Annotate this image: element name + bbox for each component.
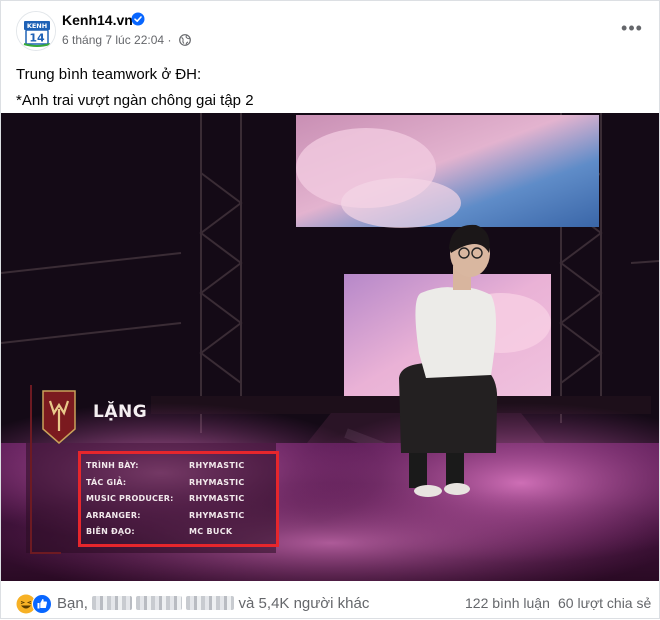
globe-icon[interactable]	[178, 34, 191, 46]
comments-count-link[interactable]: 122 bình luận	[465, 595, 550, 611]
caption-line: Trung bình teamwork ở ĐH:	[16, 66, 202, 83]
reactors-suffix: và 5,4K người khác	[238, 595, 370, 612]
post-caption: Trung bình teamwork ở ĐH: *Anh trai vượt…	[16, 62, 254, 114]
timestamp-link[interactable]: 6 tháng 7 lúc 22:04	[62, 33, 164, 47]
blurred-name	[136, 596, 183, 610]
separator-dot: ·	[167, 33, 172, 47]
page-avatar[interactable]: KENH 14	[16, 11, 56, 51]
post-footer: Bạn, và 5,4K người khác 122 bình luận 60…	[1, 581, 659, 620]
post-header: KENH 14 Kenh14.vn 6 tháng 7 lúc 22:04 · …	[16, 11, 656, 51]
post-video[interactable]: LẶNG TRÌNH BÀY: RHYMASTIC TÁC GIẢ: RHYMA…	[1, 113, 659, 581]
kenh14-logo: KENH 14	[17, 12, 55, 50]
more-options-icon[interactable]: •••	[620, 19, 644, 41]
post-card: KENH 14 Kenh14.vn 6 tháng 7 lúc 22:04 · …	[0, 0, 660, 619]
shares-count-link[interactable]: 60 lượt chia sẻ	[558, 595, 651, 611]
reactors-prefix: Bạn,	[57, 595, 88, 612]
highlight-box	[78, 451, 279, 547]
caption-line: *Anh trai vượt ngàn chông gai tập 2	[16, 92, 254, 109]
post-meta: 6 tháng 7 lúc 22:04 ·	[62, 33, 191, 47]
song-title: LẶNG	[93, 402, 148, 422]
reactors-text[interactable]: Bạn, và 5,4K người khác	[57, 595, 369, 612]
logo-number: 14	[29, 32, 45, 45]
blurred-name	[186, 596, 235, 610]
verified-badge-icon	[131, 12, 145, 26]
blurred-name	[92, 596, 133, 610]
page-name-link[interactable]: Kenh14.vn	[62, 12, 133, 28]
logo-text: KENH	[27, 22, 47, 30]
like-icon[interactable]	[32, 594, 52, 614]
